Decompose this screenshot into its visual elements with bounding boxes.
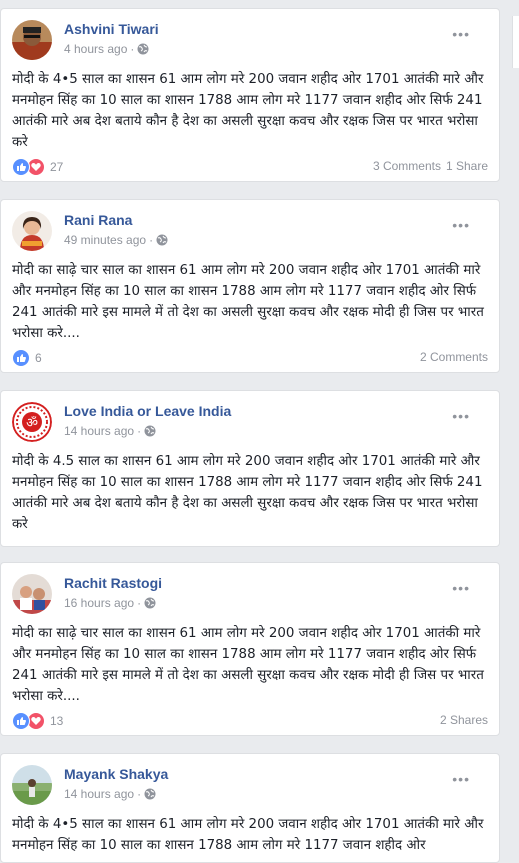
post-text: मोदी का साढ़े चार साल का शासन 61 आम लोग …: [12, 263, 484, 341]
page-logo[interactable]: ॐ: [12, 402, 52, 442]
post-stats: 3 Comments 1 Share: [368, 159, 488, 173]
reaction-count: 27: [50, 160, 64, 174]
like-reaction-icon: [12, 712, 30, 730]
avatar[interactable]: [12, 765, 52, 805]
post-footer: 6 2 Comments: [12, 347, 488, 367]
avatar[interactable]: [12, 211, 52, 251]
reactions[interactable]: 6: [12, 349, 42, 367]
avatar[interactable]: [12, 20, 52, 60]
reaction-count: 6: [35, 351, 42, 365]
timestamp[interactable]: 49 minutes ago: [64, 233, 146, 247]
comments-link[interactable]: 2 Comments: [420, 350, 488, 364]
author-name[interactable]: Ashvini Tiwari: [64, 21, 159, 37]
post-card: ॐ Love India or Leave India 14 hours ago…: [0, 390, 500, 547]
reactions[interactable]: 13: [12, 712, 63, 730]
globe-icon: [137, 43, 149, 58]
more-options-icon[interactable]: •••: [452, 217, 470, 233]
timestamp[interactable]: 14 hours ago: [64, 424, 134, 438]
comments-link[interactable]: 3 Comments: [373, 159, 441, 173]
post-stats: 2 Comments: [415, 350, 488, 364]
like-reaction-icon: [12, 158, 30, 176]
post-stats: 2 Shares: [435, 713, 488, 727]
timestamp[interactable]: 14 hours ago: [64, 787, 134, 801]
post-footer: 13 2 Shares: [12, 710, 488, 730]
post-text: मोदी के 4•5 साल का शासन 61 आम लोग मरे 20…: [12, 72, 484, 150]
post-footer: 27 3 Comments 1 Share: [12, 156, 488, 176]
post-meta: 16 hours ago ·: [64, 596, 156, 612]
post-meta: 49 minutes ago ·: [64, 233, 168, 249]
like-reaction-icon: [12, 349, 30, 367]
post-header: Ashvini Tiwari 4 hours ago · •••: [12, 20, 482, 60]
globe-icon: [144, 425, 156, 440]
more-options-icon[interactable]: •••: [452, 771, 470, 787]
shares-link[interactable]: 1 Share: [446, 159, 488, 173]
globe-icon: [144, 788, 156, 803]
reactions[interactable]: 27: [12, 158, 63, 176]
post-text: मोदी के 4•5 साल का शासन 61 आम लोग मरे 20…: [12, 817, 484, 853]
post-header: ॐ Love India or Leave India 14 hours ago…: [12, 402, 482, 442]
right-panel-edge: [512, 16, 519, 68]
post-card: Rani Rana 49 minutes ago · ••• मोदी का सा…: [0, 199, 500, 373]
author-name[interactable]: Love India or Leave India: [64, 403, 231, 419]
svg-text:ॐ: ॐ: [26, 416, 38, 431]
shares-link[interactable]: 2 Shares: [440, 713, 488, 727]
more-options-icon[interactable]: •••: [452, 408, 470, 424]
post-card: Rachit Rastogi 16 hours ago · ••• मोदी का…: [0, 562, 500, 736]
post-header: Rani Rana 49 minutes ago · •••: [12, 211, 482, 251]
author-name[interactable]: Rani Rana: [64, 212, 132, 228]
more-options-icon[interactable]: •••: [452, 580, 470, 596]
timestamp[interactable]: 4 hours ago: [64, 42, 127, 56]
post-header: Mayank Shakya 14 hours ago · •••: [12, 765, 482, 805]
author-name[interactable]: Rachit Rastogi: [64, 575, 162, 591]
post-meta: 4 hours ago ·: [64, 42, 149, 58]
avatar[interactable]: [12, 574, 52, 614]
reaction-count: 13: [50, 714, 64, 728]
globe-icon: [156, 234, 168, 249]
more-options-icon[interactable]: •••: [452, 26, 470, 42]
post-card: Ashvini Tiwari 4 hours ago · ••• मोदी के …: [0, 8, 500, 182]
author-name[interactable]: Mayank Shakya: [64, 766, 168, 782]
globe-icon: [144, 597, 156, 612]
post-text: मोदी का साढ़े चार साल का शासन 61 आम लोग …: [12, 626, 484, 704]
post-meta: 14 hours ago ·: [64, 787, 156, 803]
post-text: मोदी के 4.5 साल का शासन 61 आम लोग मरे 20…: [12, 454, 483, 532]
timestamp[interactable]: 16 hours ago: [64, 596, 134, 610]
post-card: Mayank Shakya 14 hours ago · ••• मोदी के …: [0, 753, 500, 863]
post-header: Rachit Rastogi 16 hours ago · •••: [12, 574, 482, 614]
post-meta: 14 hours ago ·: [64, 424, 156, 440]
